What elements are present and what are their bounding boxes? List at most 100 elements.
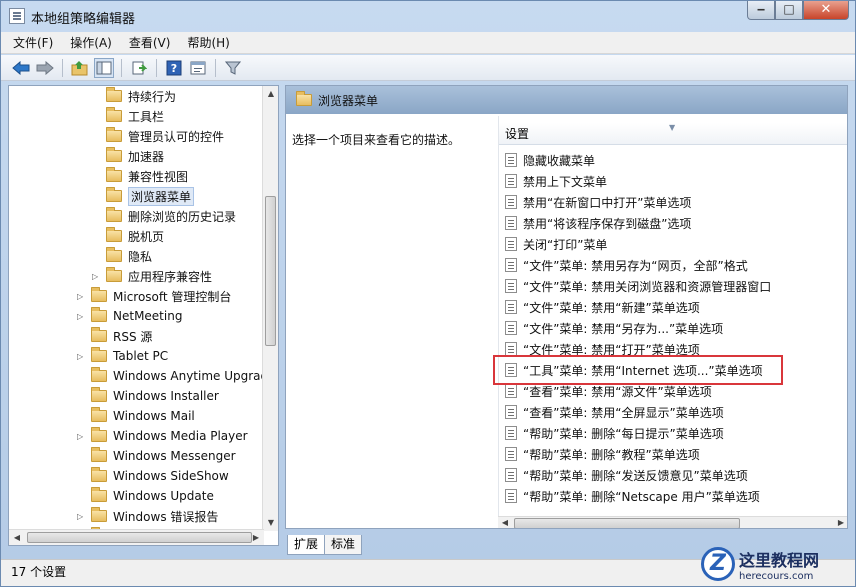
details-header: 浏览器菜单 bbox=[286, 86, 847, 114]
menu-help[interactable]: 帮助(H) bbox=[187, 34, 229, 51]
menu-action[interactable]: 操作(A) bbox=[70, 34, 112, 51]
tree-item[interactable]: 删除浏览的历史记录 bbox=[92, 206, 236, 226]
help-button[interactable]: ? bbox=[164, 58, 184, 78]
scroll-right-icon[interactable]: ▶ bbox=[248, 530, 264, 545]
expand-arrow-icon[interactable]: ▷ bbox=[77, 432, 87, 441]
folder-icon bbox=[106, 127, 122, 142]
tree-item[interactable]: RSS 源 bbox=[77, 326, 152, 346]
setting-row[interactable]: “查看”菜单: 禁用“全屏显示”菜单选项 bbox=[505, 402, 724, 422]
tree-item[interactable]: 加速器 bbox=[92, 146, 164, 166]
expand-arrow-icon[interactable]: ▷ bbox=[77, 512, 87, 521]
tab-standard[interactable]: 标准 bbox=[324, 535, 363, 555]
maximize-button[interactable]: □ bbox=[775, 1, 803, 20]
scroll-down-icon[interactable]: ▼ bbox=[263, 515, 278, 531]
tree-item[interactable]: 工具栏 bbox=[92, 106, 164, 126]
watermark-en: herecours.com bbox=[739, 570, 814, 582]
tree-item[interactable]: ▷ Windows Media Player bbox=[77, 426, 248, 446]
folder-icon bbox=[91, 507, 107, 522]
setting-row[interactable]: 隐藏收藏菜单 bbox=[505, 150, 595, 170]
policy-setting-icon bbox=[505, 468, 517, 482]
expand-arrow-icon[interactable]: ▷ bbox=[92, 272, 102, 281]
tree-item[interactable]: 脱机页 bbox=[92, 226, 164, 246]
tree-item[interactable]: ▷ Windows 错误报告 bbox=[77, 506, 218, 526]
maximize-icon: □ bbox=[783, 2, 795, 16]
scroll-thumb[interactable] bbox=[514, 518, 740, 528]
setting-row[interactable]: “文件”菜单: 禁用关闭浏览器和资源管理器窗口 bbox=[505, 276, 771, 296]
expand-arrow-icon[interactable]: ▷ bbox=[77, 292, 87, 301]
details-horizontal-scrollbar[interactable]: ◀ ▶ bbox=[498, 516, 847, 528]
setting-row[interactable]: 禁用“将该程序保存到磁盘”选项 bbox=[505, 213, 691, 233]
tree-item[interactable]: 持续行为 bbox=[92, 86, 176, 106]
folder-icon bbox=[106, 207, 122, 222]
app-window: 本地组策略编辑器 ‒ □ ✕ 文件(F) 操作(A) 查看(V) 帮助(H) ?… bbox=[0, 0, 856, 587]
show-hide-tree-button[interactable] bbox=[94, 57, 114, 78]
setting-row[interactable]: 关闭“打印”菜单 bbox=[505, 234, 607, 254]
properties-icon bbox=[190, 61, 206, 74]
setting-row[interactable]: “文件”菜单: 禁用另存为“网页，全部”格式 bbox=[505, 255, 748, 275]
tree-item-label: 脱机页 bbox=[128, 229, 165, 244]
setting-row[interactable]: “帮助”菜单: 删除“教程”菜单选项 bbox=[505, 444, 700, 464]
setting-row[interactable]: “文件”菜单: 禁用“新建”菜单选项 bbox=[505, 297, 700, 317]
tree-horizontal-scrollbar[interactable]: ◀ ▶ bbox=[9, 529, 264, 545]
tab-extended[interactable]: 扩展 bbox=[287, 535, 326, 555]
forward-button[interactable] bbox=[35, 58, 55, 78]
details-pane: 浏览器菜单 选择一个项目来查看它的描述。 ▼ 设置 隐藏收藏菜单 禁用上下文菜单禁… bbox=[285, 85, 848, 529]
minimize-button[interactable]: ‒ bbox=[747, 1, 775, 20]
tree-item[interactable]: 隐私 bbox=[92, 246, 152, 266]
tree-item[interactable]: Windows Installer bbox=[77, 386, 219, 406]
tree-item-label: Windows Messenger bbox=[113, 449, 236, 463]
setting-label: 禁用“在新窗口中打开”菜单选项 bbox=[523, 195, 692, 210]
setting-row[interactable]: “文件”菜单: 禁用“另存为...”菜单选项 bbox=[505, 318, 723, 338]
scroll-right-icon[interactable]: ▶ bbox=[834, 516, 847, 528]
close-button[interactable]: ✕ bbox=[803, 1, 849, 20]
menu-file[interactable]: 文件(F) bbox=[13, 34, 53, 51]
tree-item-label: 工具栏 bbox=[128, 109, 165, 124]
tree-item[interactable]: 浏览器菜单 bbox=[92, 186, 195, 206]
title-bar[interactable]: 本地组策略编辑器 ‒ □ ✕ bbox=[1, 1, 855, 31]
back-button[interactable] bbox=[11, 58, 31, 78]
policy-setting-icon bbox=[505, 300, 517, 314]
folder-icon bbox=[106, 167, 122, 182]
tree-item[interactable]: ▷ 应用程序兼容性 bbox=[92, 266, 212, 286]
tree-item-label: NetMeeting bbox=[113, 309, 183, 323]
tree-item[interactable]: 管理员认可的控件 bbox=[92, 126, 224, 146]
setting-row[interactable]: “帮助”菜单: 删除“发送反馈意见”菜单选项 bbox=[505, 465, 748, 485]
settings-list[interactable]: ▼ 设置 隐藏收藏菜单 禁用上下文菜单禁用“在新窗口中打开”菜单选项禁用“将该程序… bbox=[498, 116, 847, 528]
tree-item[interactable]: Windows SideShow bbox=[77, 466, 229, 486]
tree-item[interactable]: Windows Messenger bbox=[77, 446, 236, 466]
expand-arrow-icon[interactable]: ▷ bbox=[77, 352, 87, 361]
scroll-thumb[interactable] bbox=[265, 196, 276, 346]
tree-item-label: Windows Anytime Upgrad bbox=[113, 369, 269, 383]
folder-icon bbox=[91, 487, 107, 502]
tree-pane[interactable]: 持续行为工具栏管理员认可的控件 加速器 兼容性视图 浏览器菜单删除浏览的历史记录 脱机页… bbox=[8, 85, 279, 546]
tree-item[interactable]: Windows Update bbox=[77, 486, 214, 506]
folder-icon bbox=[91, 367, 107, 382]
tree-item[interactable]: ▷ NetMeeting bbox=[77, 306, 182, 326]
properties-button[interactable] bbox=[188, 58, 208, 78]
setting-row[interactable]: “帮助”菜单: 删除“每日提示”菜单选项 bbox=[505, 423, 724, 443]
setting-row[interactable]: “帮助”菜单: 删除“Netscape 用户”菜单选项 bbox=[505, 486, 760, 506]
tree-item[interactable]: ▷ Tablet PC bbox=[77, 346, 168, 366]
filter-icon bbox=[225, 61, 241, 75]
setting-row[interactable]: 禁用“在新窗口中打开”菜单选项 bbox=[505, 192, 691, 212]
column-header-setting[interactable]: ▼ 设置 bbox=[499, 123, 847, 145]
export-list-button[interactable] bbox=[129, 58, 149, 78]
up-level-button[interactable] bbox=[70, 58, 90, 78]
highlight-annotation bbox=[493, 355, 783, 385]
tree-item-label: 删除浏览的历史记录 bbox=[128, 209, 237, 224]
scroll-left-icon[interactable]: ◀ bbox=[498, 516, 512, 528]
scroll-up-icon[interactable]: ▲ bbox=[263, 86, 278, 102]
scroll-left-icon[interactable]: ◀ bbox=[9, 530, 25, 545]
scroll-thumb[interactable] bbox=[27, 532, 252, 543]
setting-row[interactable]: 禁用上下文菜单 bbox=[505, 171, 607, 191]
tree-item[interactable]: ▷ Microsoft 管理控制台 bbox=[77, 286, 231, 306]
expand-arrow-icon[interactable]: ▷ bbox=[77, 312, 87, 321]
tree-item[interactable]: 兼容性视图 bbox=[92, 166, 188, 186]
tree-item[interactable]: Windows Mail bbox=[77, 406, 195, 426]
menu-view[interactable]: 查看(V) bbox=[129, 34, 171, 51]
tree-vertical-scrollbar[interactable]: ▲ ▼ bbox=[262, 86, 278, 531]
toolbar-separator bbox=[215, 58, 216, 77]
filter-button[interactable] bbox=[223, 58, 243, 78]
minimize-icon: ‒ bbox=[756, 2, 766, 16]
tree-item[interactable]: Windows Anytime Upgrad bbox=[77, 366, 268, 386]
